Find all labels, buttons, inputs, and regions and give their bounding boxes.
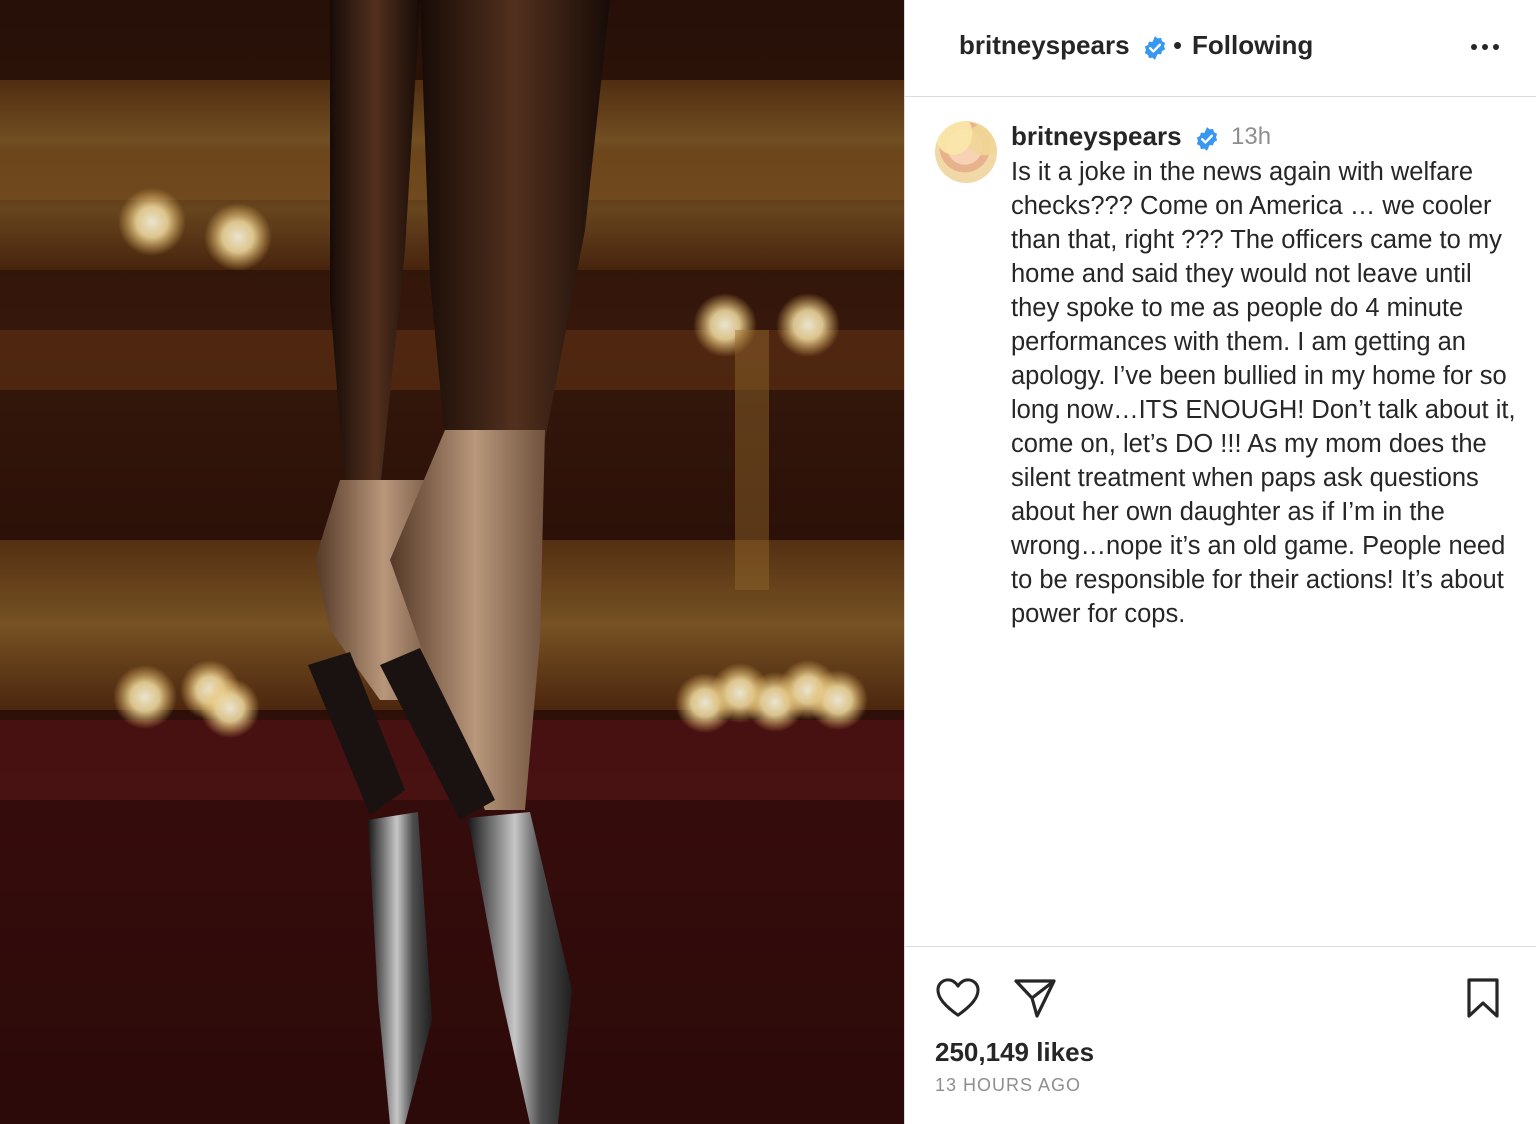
following-button[interactable]: Following [1192,30,1313,61]
more-options-icon[interactable] [1465,36,1505,58]
heart-icon[interactable] [935,977,981,1019]
likes-count[interactable]: 250,149 likes [935,1037,1094,1068]
verified-badge-icon [1196,127,1218,151]
header-username-link[interactable]: britneyspears [959,30,1130,61]
post-time-ago: 13 HOURS AGO [935,1075,1082,1095]
bookmark-icon[interactable] [1465,977,1501,1019]
post-details-panel: britneyspears • Following britneyspears … [904,0,1536,1124]
avatar[interactable] [935,121,997,183]
post-photo [0,0,904,1124]
post-caption-text: Is it a joke in the news again with welf… [1011,158,1516,628]
post-actions: 250,149 likes 13 HOURS AGO [905,946,1536,1124]
post-header: britneyspears • Following [905,0,1536,97]
header-separator: • [1173,30,1183,60]
verified-badge-icon [1144,36,1166,60]
post-caption-area: britneyspears 13h Is it a joke in the ne… [905,97,1536,945]
paper-plane-icon[interactable] [1013,977,1057,1019]
post-timestamp[interactable]: 13h [1231,123,1271,151]
post-media[interactable] [0,0,904,1124]
caption-username-link[interactable]: britneyspears [1011,121,1182,152]
